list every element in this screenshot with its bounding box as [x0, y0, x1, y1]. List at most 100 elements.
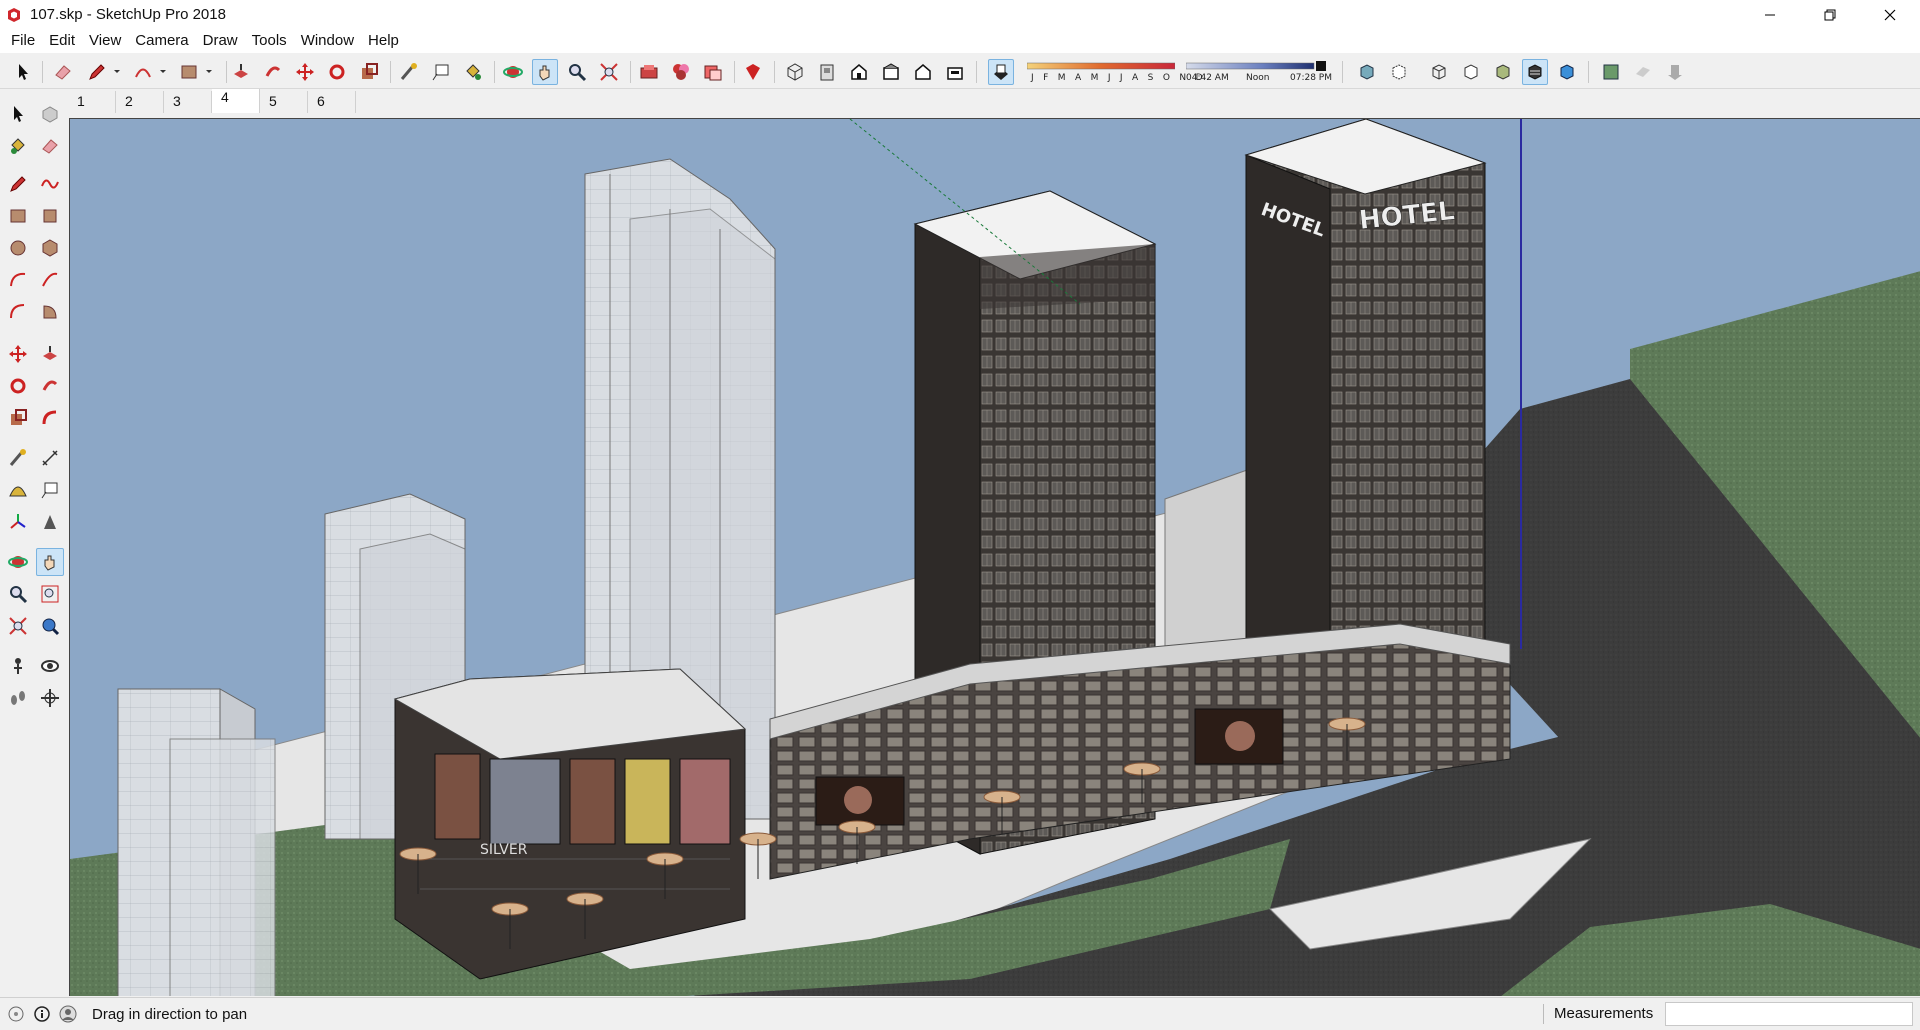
- freehand-tool-button[interactable]: [36, 170, 64, 198]
- top-view-button[interactable]: [814, 59, 840, 85]
- section-plane-button[interactable]: [36, 684, 64, 712]
- offset-tool-button[interactable]: [36, 404, 64, 432]
- back-edges-button[interactable]: [1386, 59, 1412, 85]
- minimize-button[interactable]: [1740, 0, 1800, 29]
- wireframe-button[interactable]: [1426, 59, 1452, 85]
- rotate-tool-button[interactable]: [4, 372, 32, 400]
- sign-in-button[interactable]: [58, 1004, 78, 1024]
- close-button[interactable]: [1860, 0, 1920, 29]
- push-pull-button[interactable]: [36, 340, 64, 368]
- scale-tool-button[interactable]: [4, 404, 32, 432]
- eraser-tool-button[interactable]: [36, 132, 64, 160]
- follow-me-button[interactable]: [260, 59, 286, 85]
- rotated-rectangle-button[interactable]: [36, 202, 64, 230]
- menu-tools[interactable]: Tools: [245, 29, 294, 53]
- line-dropdown[interactable]: [104, 59, 130, 85]
- back-view-button[interactable]: [910, 59, 936, 85]
- rotate-tool-button[interactable]: [324, 59, 350, 85]
- previous-view-button[interactable]: [36, 612, 64, 640]
- orbit-tool-button[interactable]: [500, 59, 526, 85]
- orbit-tool-button[interactable]: [4, 548, 32, 576]
- move-tool-button[interactable]: [4, 340, 32, 368]
- arc-dropdown[interactable]: [150, 59, 176, 85]
- scene-tab-2[interactable]: 2: [116, 91, 164, 113]
- left-view-button[interactable]: [942, 59, 968, 85]
- text-tool-button[interactable]: [428, 59, 454, 85]
- walk-tool-button[interactable]: [4, 684, 32, 712]
- shapes-dropdown[interactable]: [196, 59, 222, 85]
- section-plane-button[interactable]: [1598, 59, 1624, 85]
- axes-tool-button[interactable]: [4, 508, 32, 536]
- measurements-input[interactable]: [1665, 1002, 1913, 1026]
- polygon-tool-button[interactable]: [36, 234, 64, 262]
- pie-tool-button[interactable]: [36, 298, 64, 326]
- pan-tool-button[interactable]: [532, 59, 558, 85]
- push-pull-button[interactable]: [228, 59, 254, 85]
- tape-measure-button[interactable]: [4, 444, 32, 472]
- protractor-button[interactable]: [4, 476, 32, 504]
- shaded-textures-button[interactable]: [1522, 59, 1548, 85]
- front-view-button[interactable]: [846, 59, 872, 85]
- zoom-extents-button[interactable]: [596, 59, 622, 85]
- shadow-date-slider[interactable]: [1027, 61, 1175, 71]
- line-tool-button[interactable]: [4, 170, 32, 198]
- zoom-extents-button[interactable]: [4, 612, 32, 640]
- iso-view-button[interactable]: [782, 59, 808, 85]
- zoom-tool-button[interactable]: [4, 580, 32, 608]
- paint-bucket-button[interactable]: [4, 132, 32, 160]
- right-view-button[interactable]: [878, 59, 904, 85]
- eraser-icon: [55, 65, 71, 80]
- make-component-button[interactable]: [36, 100, 64, 128]
- scene-tab-4[interactable]: 4: [212, 89, 260, 113]
- section-cuts-button[interactable]: [1662, 59, 1688, 85]
- select-tool-button[interactable]: [10, 59, 36, 85]
- two-point-arc-button[interactable]: [36, 266, 64, 294]
- restore-button[interactable]: [1800, 0, 1860, 29]
- select-tool-button[interactable]: [4, 100, 32, 128]
- styles-button[interactable]: [700, 59, 726, 85]
- menu-window[interactable]: Window: [294, 29, 361, 53]
- xray-button[interactable]: [1354, 59, 1380, 85]
- tape-measure-button[interactable]: [396, 59, 422, 85]
- scene-tab-1[interactable]: 1: [68, 91, 116, 113]
- model-viewport[interactable]: HOTEL HOTEL SILVER: [69, 118, 1920, 996]
- arc-tool-button[interactable]: [4, 266, 32, 294]
- follow-me-button[interactable]: [36, 372, 64, 400]
- scale-tool-button[interactable]: [356, 59, 382, 85]
- monochrome-button[interactable]: [1554, 59, 1580, 85]
- rectangle-tool-button[interactable]: [4, 202, 32, 230]
- materials-button[interactable]: [668, 59, 694, 85]
- hidden-line-button[interactable]: [1458, 59, 1484, 85]
- shadow-time-slider[interactable]: [1186, 61, 1328, 71]
- menu-draw[interactable]: Draw: [196, 29, 245, 53]
- section-display-button[interactable]: [1630, 59, 1656, 85]
- eraser-tool-button[interactable]: [50, 59, 76, 85]
- shaded-button[interactable]: [1490, 59, 1516, 85]
- credits-button[interactable]: [32, 1004, 52, 1024]
- scene-tab-6[interactable]: 6: [308, 91, 356, 113]
- shadows-toggle-button[interactable]: [988, 59, 1014, 85]
- menu-edit[interactable]: Edit: [42, 29, 82, 53]
- pie-icon: [43, 305, 57, 319]
- menu-help[interactable]: Help: [361, 29, 406, 53]
- warehouse-button[interactable]: [740, 59, 766, 85]
- text-tool-button[interactable]: [36, 476, 64, 504]
- three-point-arc-button[interactable]: [4, 298, 32, 326]
- zoom-tool-button[interactable]: [564, 59, 590, 85]
- scene-tab-5[interactable]: 5: [260, 91, 308, 113]
- geo-location-button[interactable]: [6, 1004, 26, 1024]
- 3d-text-button[interactable]: [36, 508, 64, 536]
- components-button[interactable]: [636, 59, 662, 85]
- position-camera-button[interactable]: [4, 652, 32, 680]
- scene-tab-3[interactable]: 3: [164, 91, 212, 113]
- zoom-window-button[interactable]: [36, 580, 64, 608]
- pan-tool-button[interactable]: [36, 548, 64, 576]
- menu-camera[interactable]: Camera: [128, 29, 195, 53]
- menu-file[interactable]: File: [4, 29, 42, 53]
- paint-bucket-button[interactable]: [460, 59, 486, 85]
- move-tool-button[interactable]: [292, 59, 318, 85]
- dimension-tool-button[interactable]: [36, 444, 64, 472]
- menu-view[interactable]: View: [82, 29, 128, 53]
- circle-tool-button[interactable]: [4, 234, 32, 262]
- look-around-button[interactable]: [36, 652, 64, 680]
